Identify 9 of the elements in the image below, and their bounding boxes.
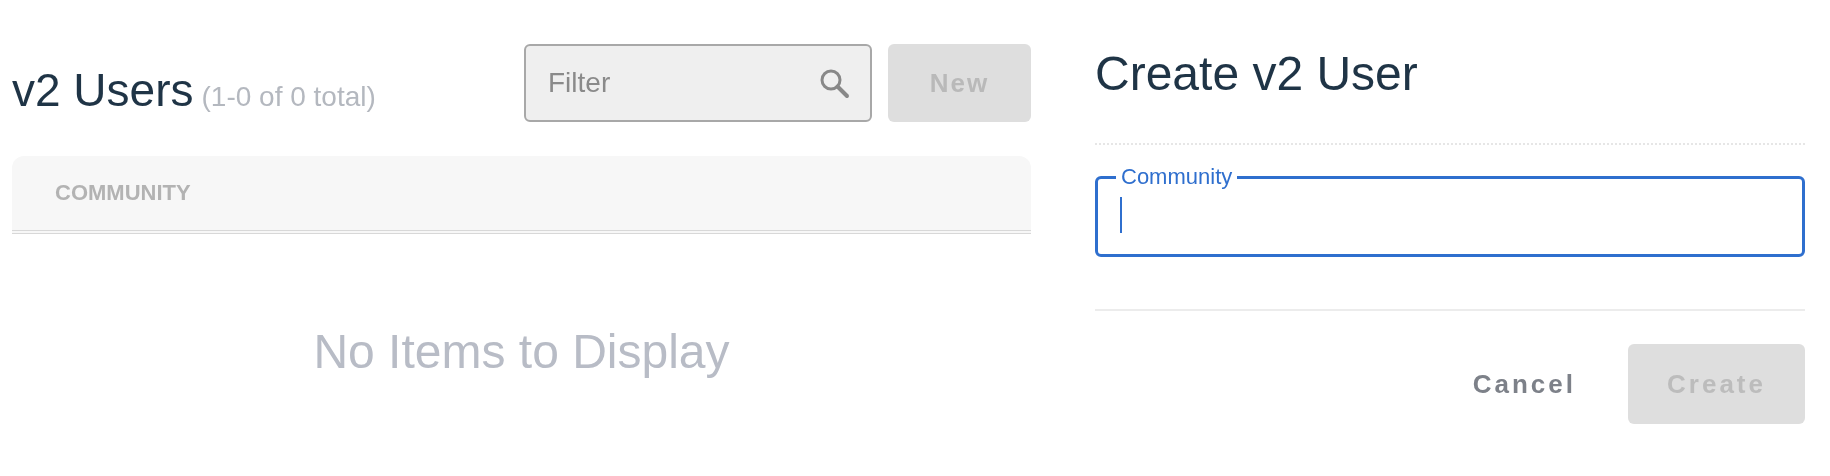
- community-field[interactable]: Community: [1095, 165, 1805, 257]
- search-icon: [818, 67, 850, 99]
- empty-message: No Items to Display: [312, 324, 731, 379]
- cancel-button[interactable]: Cancel: [1472, 368, 1576, 400]
- item-count: (1-0 of 0 total): [201, 81, 376, 113]
- filter-field[interactable]: Filter: [524, 44, 872, 122]
- form-title: Create v2 User: [1095, 46, 1419, 101]
- column-header: COMMUNITY: [55, 180, 191, 206]
- page-title: v2 Users: [12, 63, 194, 117]
